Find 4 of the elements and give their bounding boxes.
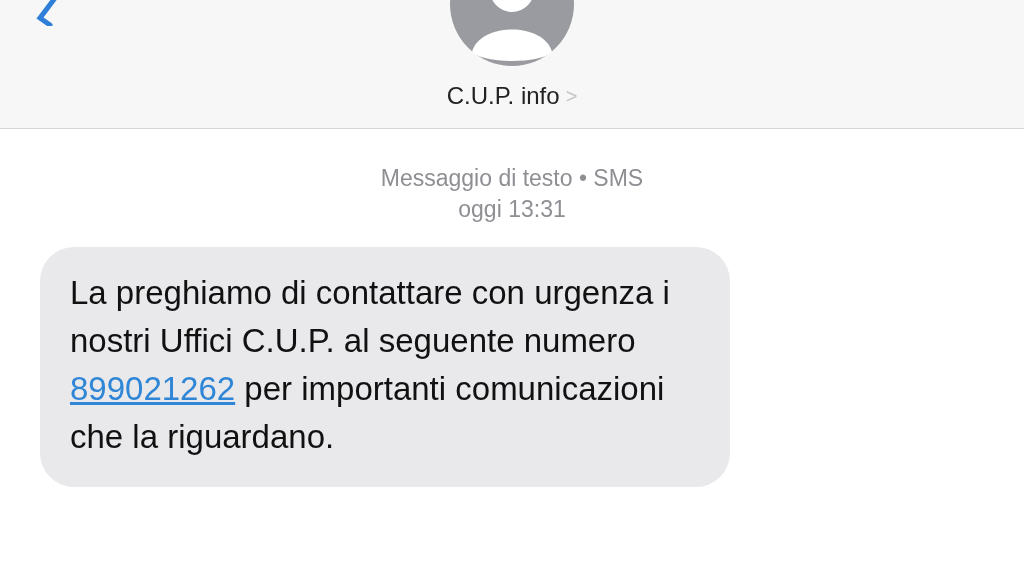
- service-label: Messaggio di testo • SMS: [380, 164, 644, 193]
- timestamp: oggi 13:31: [458, 195, 566, 224]
- contact-name[interactable]: C.U.P. info >: [446, 78, 578, 114]
- message-text: La preghiamo di contattare con urgenza i nostri Uffici C.U.P. al seguente numero 899021262 per importanti comunicazioni che la riguardano.: [70, 273, 671, 457]
